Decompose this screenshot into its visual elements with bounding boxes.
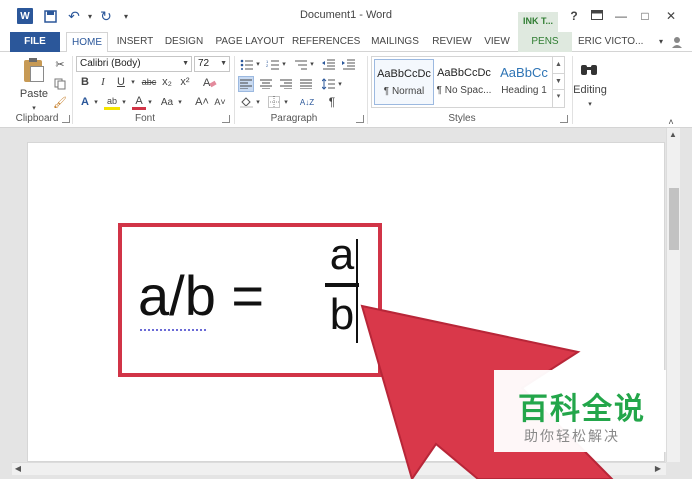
- watermark-sub-text: 助你轻松解决: [524, 429, 620, 445]
- watermark-main-text: 百科全说: [518, 392, 646, 427]
- watermark: 百科全说 助你轻松解决: [494, 370, 666, 452]
